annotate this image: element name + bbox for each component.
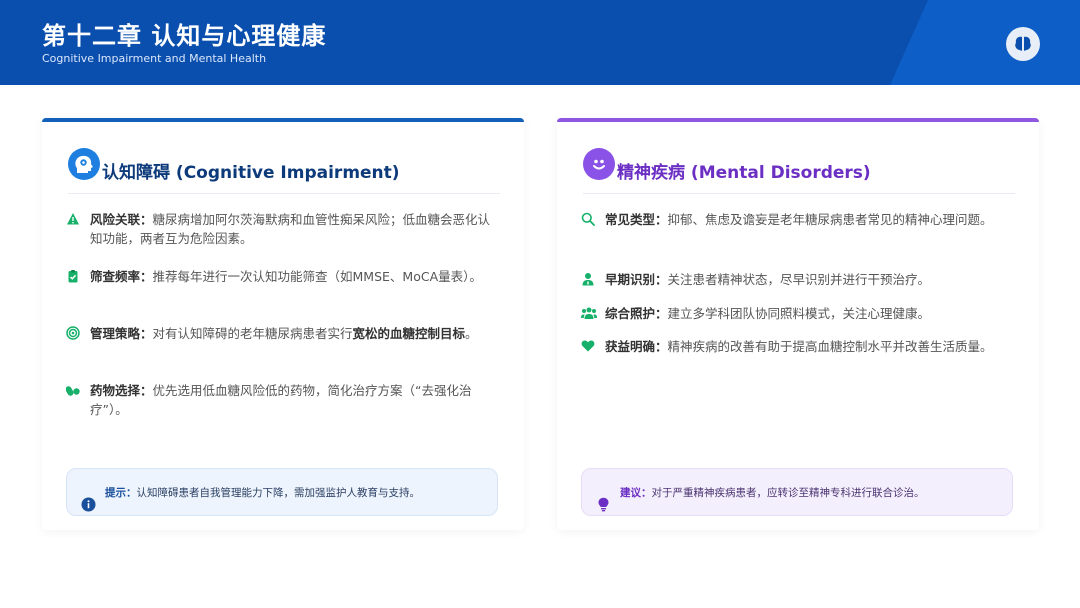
item-text: 精神疾病的改善有助于提高血糖控制水平并改善生活质量。 xyxy=(667,339,993,354)
header: 第十二章 认知与心理健康 Cognitive Impairment and Me… xyxy=(0,0,1080,85)
item-label: 早期识别： xyxy=(605,272,668,287)
search-icon xyxy=(581,212,595,226)
item-label: 筛查频率： xyxy=(90,269,153,284)
item-label: 综合照护： xyxy=(605,306,668,321)
warning-icon xyxy=(66,212,80,226)
lightbulb-icon xyxy=(596,485,611,512)
users-icon xyxy=(581,306,597,320)
item-text-end: 。 xyxy=(465,326,478,341)
note-label: 提示： xyxy=(105,487,137,499)
cognitive-card-header: 认知障碍 (Cognitive Impairment) xyxy=(68,148,500,194)
item-text: 关注患者精神状态，尽早识别并进行干预治疗。 xyxy=(667,272,931,287)
item-label: 药物选择： xyxy=(90,383,153,398)
heart-icon xyxy=(581,339,595,353)
note-text: 对于严重精神疾病患者，应转诊至精神专科进行联合诊治。 xyxy=(651,487,925,499)
mental-card: 精神疾病 (Mental Disorders) 常见类型：抑郁、焦虑及谵妄是老年… xyxy=(557,118,1039,530)
page-subtitle: Cognitive Impairment and Mental Health xyxy=(42,52,267,65)
info-icon xyxy=(81,485,96,512)
clipboard-check-icon xyxy=(66,269,80,283)
head-gear-icon xyxy=(68,148,100,180)
note-label: 建议： xyxy=(620,487,652,499)
brain-icon xyxy=(1006,27,1040,61)
item-label: 管理策略： xyxy=(90,326,153,341)
item-text: 推荐每年进行一次认知功能筛查（如MMSE、MoCA量表）。 xyxy=(152,269,482,284)
suggestion-note: 建议：对于严重精神疾病患者，应转诊至精神专科进行联合诊治。 xyxy=(581,468,1013,516)
item-label: 获益明确： xyxy=(605,339,668,354)
mental-title: 精神疾病 (Mental Disorders) xyxy=(617,163,871,183)
cognitive-title: 认知障碍 (Cognitive Impairment) xyxy=(102,163,400,183)
item-text: 建立多学科团队协同照料模式，关注心理健康。 xyxy=(667,306,931,321)
page-title: 第十二章 认知与心理健康 xyxy=(42,22,327,50)
target-icon xyxy=(66,326,80,340)
user-doctor-icon xyxy=(581,272,595,286)
item-label: 风险关联： xyxy=(90,212,153,227)
header-decoration xyxy=(890,0,1080,85)
cognitive-card: 认知障碍 (Cognitive Impairment) 风险关联：糖尿病增加阿尔… xyxy=(42,118,524,530)
item-emphasis: 宽松的血糖控制目标 xyxy=(352,326,466,341)
pills-icon xyxy=(65,383,80,397)
note-text: 认知障碍患者自我管理能力下降，需加强监护人教育与支持。 xyxy=(136,487,421,499)
item-label: 常见类型： xyxy=(605,212,668,227)
item-text: 对有认知障碍的老年糖尿病患者实行 xyxy=(152,326,353,341)
tip-note: 提示：认知障碍患者自我管理能力下降，需加强监护人教育与支持。 xyxy=(66,468,498,516)
mental-card-header: 精神疾病 (Mental Disorders) xyxy=(583,148,1015,194)
item-text: 抑郁、焦虑及谵妄是老年糖尿病患者常见的精神心理问题。 xyxy=(667,212,993,227)
smile-icon xyxy=(583,148,615,180)
